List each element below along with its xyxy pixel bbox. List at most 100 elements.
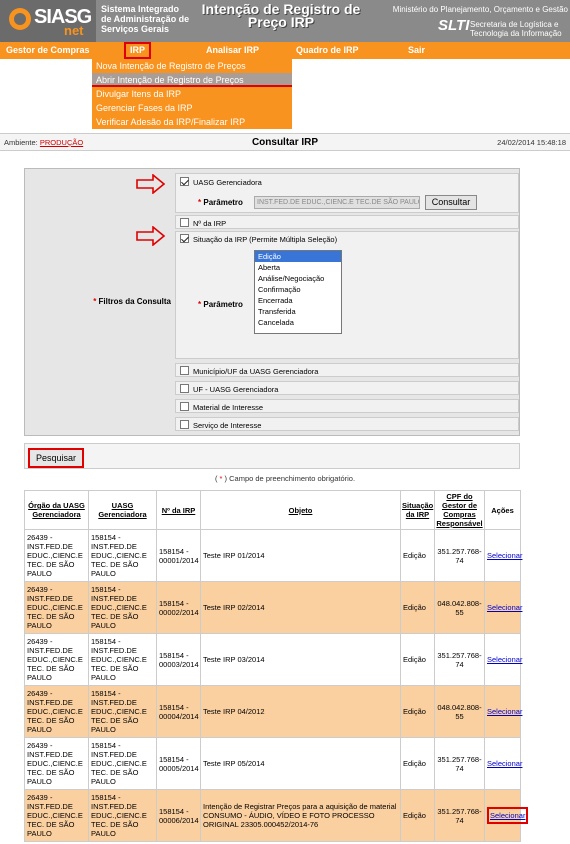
col-uasg[interactable]: UASG Gerenciadora	[88, 490, 157, 530]
secretaria-name: Secretaria de Logística e Tecnologia da …	[470, 20, 562, 38]
material-option: Material de Interesse	[175, 399, 519, 413]
selecionar-link[interactable]: Selecionar	[487, 759, 522, 768]
header-banner: SIASG net Sistema Integrado de Administr…	[0, 0, 570, 42]
cell-situacao: Edição	[400, 581, 435, 634]
menu-divulgar-itens[interactable]: Divulgar Itens da IRP	[92, 87, 292, 101]
uasg-param-input[interactable]: INST.FED.DE EDUC.,CIENC.E TEC.DE SÃO PAU…	[254, 196, 420, 209]
situacao-multiselect[interactable]: Edição Aberta Análise/Negociação Confirm…	[254, 250, 342, 334]
selecionar-link[interactable]: Selecionar	[487, 603, 522, 612]
cell-numero: 158154 - 00004/2014	[156, 685, 201, 738]
cell-cpf: 351.257.768-74	[434, 633, 485, 686]
uasg-checkbox[interactable]	[180, 177, 189, 186]
status-bar: Ambiente: PRODUÇÃO Consultar IRP 24/02/2…	[0, 133, 570, 151]
situacao-option-analise[interactable]: Análise/Negociação	[255, 273, 341, 284]
cell-situacao: Edição	[400, 737, 435, 790]
municipio-label: Município/UF da UASG Gerenciadora	[193, 367, 319, 376]
situacao-label: Situação da IRP (Permite Múltipla Seleçã…	[193, 235, 338, 244]
situacao-option-aberta[interactable]: Aberta	[255, 262, 341, 273]
cell-cpf: 048.042.808-55	[434, 581, 485, 634]
cell-uasg: 158154 - INST.FED.DE EDUC.,CIENC.E TEC. …	[88, 685, 157, 738]
situacao-option-cancelada[interactable]: Cancelada	[255, 317, 341, 328]
situacao-checkbox[interactable]	[180, 234, 189, 243]
menu-sair[interactable]: Sair	[408, 42, 425, 59]
consultar-button[interactable]: Consultar	[425, 195, 477, 210]
table-header-row: Órgão da UASG Gerenciadora UASG Gerencia…	[24, 490, 521, 530]
selecionar-link[interactable]: Selecionar	[487, 551, 522, 560]
cell-numero: 158154 - 00005/2014	[156, 737, 201, 790]
cell-acao: Selecionar	[484, 633, 522, 686]
cell-situacao: Edição	[400, 789, 435, 842]
menu-analisar-irp[interactable]: Analisar IRP	[206, 42, 259, 59]
slti-text: SLTI	[438, 17, 470, 34]
system-name: Sistema Integrado de Administração de Se…	[101, 4, 190, 34]
cell-objeto: Teste IRP 01/2014	[200, 529, 401, 582]
cell-orgao: 26439 - INST.FED.DE EDUC.,CIENC.E TEC. D…	[24, 633, 89, 686]
pesquisar-button[interactable]: Pesquisar	[28, 448, 84, 468]
selecionar-link[interactable]: Selecionar	[487, 807, 529, 824]
menu-verificar-adesao[interactable]: Verificar Adesão da IRP/Finalizar IRP	[92, 115, 292, 129]
cell-orgao: 26439 - INST.FED.DE EDUC.,CIENC.E TEC. D…	[24, 789, 89, 842]
required-mark: *	[198, 198, 202, 207]
cell-acao: Selecionar	[484, 581, 522, 634]
table-row: 26439 - INST.FED.DE EDUC.,CIENC.E TEC. D…	[24, 529, 522, 582]
servico-option: Serviço de Interesse	[175, 417, 519, 431]
table-row: 26439 - INST.FED.DE EDUC.,CIENC.E TEC. D…	[24, 581, 522, 634]
param-label: * Parâmetro	[198, 198, 243, 207]
required-mark: *	[198, 300, 202, 309]
uf-checkbox[interactable]	[180, 384, 189, 393]
cell-numero: 158154 - 00002/2014	[156, 581, 201, 634]
main-menu: Gestor de Compras IRP Analisar IRP Quadr…	[0, 42, 570, 59]
situacao-option-edicao[interactable]: Edição	[255, 251, 341, 262]
col-acoes: Ações	[484, 490, 521, 530]
menu-gerenciar-fases[interactable]: Gerenciar Fases da IRP	[92, 101, 292, 115]
cell-cpf: 351.257.768-74	[434, 529, 485, 582]
page-title: Intenção de Registro de Preço IRP	[201, 1, 361, 30]
menu-abrir-intencao[interactable]: Abrir Intenção de Registro de Preços	[92, 73, 292, 87]
cell-acao: Selecionar	[484, 789, 529, 842]
param-label: * Parâmetro	[198, 300, 243, 309]
menu-quadro-de-irp[interactable]: Quadro de IRP	[296, 42, 359, 59]
param-label-text: Parâmetro	[203, 300, 243, 309]
red-arrow-icon	[136, 226, 166, 246]
siasgnet-logo: SIASG net	[0, 0, 96, 42]
menu-gestor-de-compras[interactable]: Gestor de Compras	[6, 42, 90, 59]
filter-panel: * Filtros da Consulta UASG Gerenciadora …	[24, 168, 520, 436]
required-note: ( * ) Campo de preenchimento obrigatório…	[214, 474, 356, 483]
cell-acao: Selecionar	[484, 529, 522, 582]
cell-orgao: 26439 - INST.FED.DE EDUC.,CIENC.E TEC. D…	[24, 737, 89, 790]
cell-objeto: Teste IRP 04/2012	[200, 685, 401, 738]
cell-situacao: Edição	[400, 633, 435, 686]
menu-nova-intencao[interactable]: Nova Intenção de Registro de Preços	[92, 59, 292, 73]
col-cpf[interactable]: CPF do Gestor de Compras Responsável	[434, 490, 485, 530]
uasg-filter-option: UASG Gerenciadora * Parâmetro INST.FED.D…	[175, 173, 519, 213]
col-numero[interactable]: Nº da IRP	[156, 490, 201, 530]
cell-acao: Selecionar	[484, 685, 522, 738]
col-orgao[interactable]: Órgão da UASG Gerenciadora	[24, 490, 89, 530]
servico-checkbox[interactable]	[180, 420, 189, 429]
selecionar-link[interactable]: Selecionar	[487, 655, 522, 664]
cell-uasg: 158154 - INST.FED.DE EDUC.,CIENC.E TEC. …	[88, 581, 157, 634]
cell-orgao: 26439 - INST.FED.DE EDUC.,CIENC.E TEC. D…	[24, 581, 89, 634]
cell-uasg: 158154 - INST.FED.DE EDUC.,CIENC.E TEC. …	[88, 737, 157, 790]
situacao-option-encerrada[interactable]: Encerrada	[255, 295, 341, 306]
table-row: 26439 - INST.FED.DE EDUC.,CIENC.E TEC. D…	[24, 789, 529, 842]
situacao-option-confirmacao[interactable]: Confirmação	[255, 284, 341, 295]
slti-logo: SLTI Secretaria de Logística e Tecnologi…	[438, 14, 568, 40]
municipio-checkbox[interactable]	[180, 366, 189, 375]
cell-uasg: 158154 - INST.FED.DE EDUC.,CIENC.E TEC. …	[88, 529, 157, 582]
ministry-name: Ministério do Planejamento, Orçamento e …	[392, 5, 568, 14]
numero-irp-checkbox[interactable]	[180, 218, 189, 227]
numero-irp-label: Nº da IRP	[193, 219, 227, 228]
situacao-option-transferida[interactable]: Transferida	[255, 306, 341, 317]
cell-orgao: 26439 - INST.FED.DE EDUC.,CIENC.E TEC. D…	[24, 685, 89, 738]
uf-option: UF - UASG Gerenciadora	[175, 381, 519, 395]
servico-label: Serviço de Interesse	[193, 421, 262, 430]
menu-irp[interactable]: IRP	[124, 42, 152, 59]
selecionar-link[interactable]: Selecionar	[487, 707, 522, 716]
col-objeto[interactable]: Objeto	[200, 490, 401, 530]
col-situacao[interactable]: Situação da IRP	[400, 490, 435, 530]
municipio-option: Município/UF da UASG Gerenciadora	[175, 363, 519, 377]
table-row: 26439 - INST.FED.DE EDUC.,CIENC.E TEC. D…	[24, 633, 522, 686]
material-checkbox[interactable]	[180, 402, 189, 411]
cell-objeto: Teste IRP 02/2014	[200, 581, 401, 634]
